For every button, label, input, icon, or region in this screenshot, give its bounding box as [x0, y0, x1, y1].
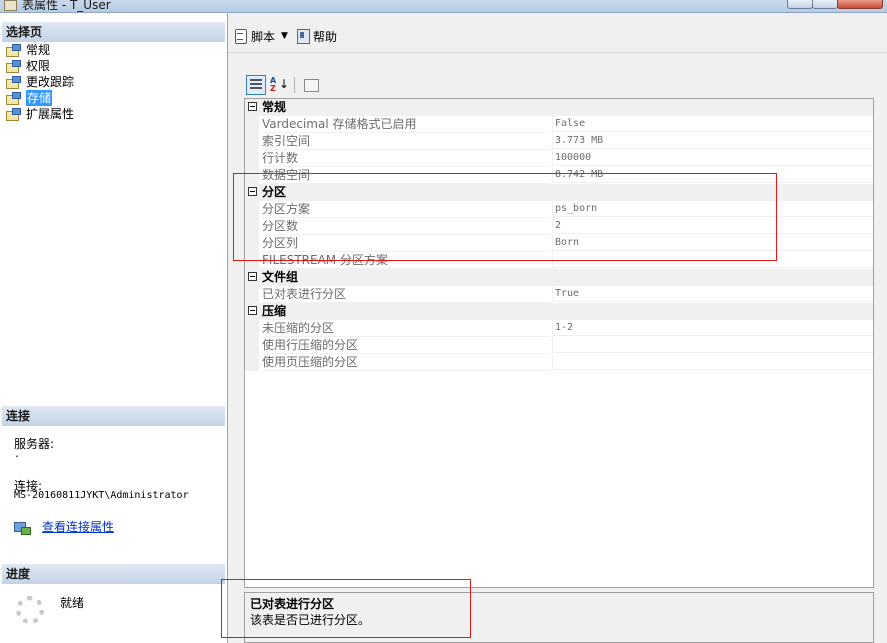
page-icon	[6, 60, 21, 73]
progress-status: 就绪	[60, 596, 85, 610]
minimize-button[interactable]	[787, 0, 813, 9]
sort-z-icon: Z	[270, 84, 276, 93]
toolbar: 脚本 ▼ 帮助	[228, 22, 887, 50]
property-row[interactable]: 索引空间 3.773 MB	[245, 133, 873, 150]
property-value[interactable]: False	[552, 116, 873, 132]
property-name: Vardecimal 存储格式已启用	[262, 116, 550, 133]
script-button[interactable]: 脚本	[234, 28, 275, 45]
script-icon	[234, 28, 248, 44]
property-value[interactable]	[552, 354, 873, 370]
property-row[interactable]: 已对表进行分区 True	[245, 286, 873, 303]
property-value[interactable]	[552, 337, 873, 353]
connection-header: 连接	[2, 406, 225, 426]
property-row[interactable]: Vardecimal 存储格式已启用 False	[245, 116, 873, 133]
property-name: 使用行压缩的分区	[262, 337, 550, 354]
property-name: 索引空间	[262, 133, 550, 150]
alphabetical-sort-button[interactable]: A Z ↓	[268, 75, 290, 95]
category-general[interactable]: 常规	[245, 99, 873, 116]
sort-arrow-icon: ↓	[279, 77, 290, 91]
page-item-extended-properties[interactable]: 扩展属性	[6, 106, 74, 122]
close-button[interactable]	[837, 0, 883, 9]
property-name: 已对表进行分区	[262, 286, 550, 303]
server-value: .	[14, 449, 21, 460]
view-connection-properties[interactable]: 查看连接属性	[14, 518, 114, 535]
property-value[interactable]: True	[552, 286, 873, 302]
toolbar-separator	[228, 52, 887, 53]
page-item-storage[interactable]: 存储	[6, 90, 53, 106]
select-page-header: 选择页	[2, 22, 225, 42]
category-filegroup[interactable]: 文件组	[245, 269, 873, 286]
page-icon	[6, 92, 21, 105]
collapse-icon[interactable]	[248, 306, 257, 315]
title-bar: 表属性 - T_User	[0, 0, 887, 13]
category-compression[interactable]: 压缩	[245, 303, 873, 320]
annotation-box-description	[221, 579, 471, 638]
page-item-permissions[interactable]: 权限	[6, 58, 50, 74]
annotation-box-partition	[233, 173, 777, 261]
page-icon	[6, 76, 21, 89]
page-item-general[interactable]: 常规	[6, 42, 50, 58]
property-row[interactable]: 未压缩的分区 1-2	[245, 320, 873, 337]
property-name: 行计数	[262, 150, 550, 167]
help-icon	[296, 28, 310, 44]
view-connection-link[interactable]: 查看连接属性	[42, 518, 114, 535]
page-item-change-tracking[interactable]: 更改跟踪	[6, 74, 74, 90]
property-name: 未压缩的分区	[262, 320, 550, 337]
progress-header: 进度	[2, 564, 225, 584]
page-icon	[6, 44, 21, 57]
property-value[interactable]: 100000	[552, 150, 873, 166]
property-row[interactable]: 使用行压缩的分区	[245, 337, 873, 354]
property-grid: 常规 Vardecimal 存储格式已启用 False 索引空间 3.773 M…	[244, 98, 874, 588]
property-name: 使用页压缩的分区	[262, 354, 550, 371]
collapse-icon[interactable]	[248, 272, 257, 281]
connection-properties-icon	[14, 520, 31, 535]
maximize-button[interactable]	[812, 0, 838, 9]
help-button[interactable]: 帮助	[296, 28, 337, 45]
left-panel: 选择页 常规 权限 更改跟踪 存储 扩展属性 连接 服务器: . 连接: MS-…	[0, 13, 228, 643]
toolbar-divider	[294, 77, 295, 93]
app-icon	[4, 0, 17, 11]
property-pages-button[interactable]	[301, 75, 321, 95]
page-icon	[6, 108, 21, 121]
collapse-icon[interactable]	[248, 102, 257, 111]
progress-spinner-icon	[16, 596, 44, 624]
connection-value: MS-20160811JYKT\Administrator	[14, 490, 189, 501]
categorized-view-button[interactable]	[246, 75, 266, 95]
window-edge	[876, 98, 887, 643]
property-value[interactable]: 1-2	[552, 320, 873, 336]
property-grid-toolbar: A Z ↓	[246, 74, 323, 96]
property-row[interactable]: 使用页压缩的分区	[245, 354, 873, 371]
script-dropdown-icon[interactable]: ▼	[281, 31, 288, 41]
property-value[interactable]: 3.773 MB	[552, 133, 873, 149]
window-title: 表属性 - T_User	[22, 0, 111, 12]
property-row[interactable]: 行计数 100000	[245, 150, 873, 167]
